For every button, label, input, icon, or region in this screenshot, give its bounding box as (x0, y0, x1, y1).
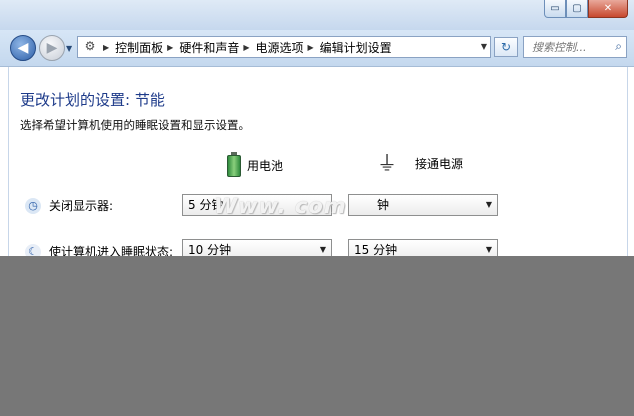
breadcrumb-separator-icon[interactable]: ▶ (103, 43, 109, 52)
control-panel-window: ▭ ▢ ✕ ◀ ▶ ▼ ⚙ ▶ 控制面板 ▶ 硬件和声音 ▶ 电源选项 ▶ 编辑… (0, 0, 634, 256)
sleep-battery-value: 10 分钟 (188, 243, 232, 256)
moon-sleep-icon: ☾ (25, 243, 41, 256)
breadcrumb-separator-icon[interactable]: ▶ (167, 43, 173, 52)
sleep-battery-select[interactable]: 10 分钟 ▼ (182, 239, 332, 256)
back-arrow-icon: ◀ (17, 40, 29, 56)
page-title: 更改计划的设置: 节能 (20, 91, 165, 109)
search-box[interactable]: ⌕ (523, 36, 627, 58)
close-button[interactable]: ✕ (588, 0, 628, 18)
sleep-plugged-select[interactable]: 15 分钟 ▼ (348, 239, 498, 256)
minimize-icon: ▭ (550, 3, 560, 14)
sleep-plugged-value: 15 分钟 (354, 243, 398, 256)
forward-arrow-icon: ▶ (46, 40, 58, 56)
chevron-down-icon: ▼ (485, 200, 492, 209)
main-content: 更改计划的设置: 节能 选择希望计算机使用的睡眠设置和显示设置。 用电池 ⏚ 接… (8, 67, 628, 256)
search-input[interactable] (532, 38, 612, 56)
battery-column-label: 用电池 (247, 158, 284, 173)
address-dropdown-icon[interactable]: ▼ (481, 42, 487, 51)
maximize-icon: ▢ (572, 3, 582, 14)
power-plug-icon: ⏚ (377, 151, 397, 175)
breadcrumb-hardware-sound[interactable]: 硬件和声音 (179, 39, 239, 56)
display-off-label: 关闭显示器: (49, 199, 114, 213)
sleep-row-label: ☾ 使计算机进入睡眠状态: (25, 243, 173, 256)
obscured-gray-area (0, 256, 634, 416)
caption-buttons: ▭ ▢ ✕ (544, 0, 628, 20)
battery-icon (227, 152, 241, 178)
page-subtitle: 选择希望计算机使用的睡眠设置和显示设置。 (20, 118, 250, 132)
close-icon: ✕ (603, 3, 613, 14)
monitor-clock-icon: ◷ (25, 197, 41, 214)
plugged-column-header: ⏚ 接通电源 (377, 152, 463, 174)
breadcrumb-control-panel[interactable]: 控制面板 (115, 39, 163, 56)
breadcrumb-power-options[interactable]: 电源选项 (256, 39, 304, 56)
search-icon[interactable]: ⌕ (615, 39, 622, 54)
title-bar: ▭ ▢ ✕ (0, 0, 634, 30)
refresh-icon: ↻ (500, 40, 512, 54)
forward-button[interactable]: ▶ (39, 35, 65, 61)
chevron-down-icon: ▼ (319, 245, 326, 254)
back-button[interactable]: ◀ (10, 35, 36, 61)
display-off-row-label: ◷ 关闭显示器: (25, 197, 113, 214)
navigation-bar: ◀ ▶ ▼ ⚙ ▶ 控制面板 ▶ 硬件和声音 ▶ 电源选项 ▶ 编辑计划设置 ▼… (0, 30, 634, 67)
display-off-plugged-value: 钟 (377, 198, 390, 212)
breadcrumb-separator-icon[interactable]: ▶ (243, 43, 249, 52)
control-panel-icon: ⚙ (84, 39, 96, 53)
sleep-label: 使计算机进入睡眠状态: (49, 245, 174, 256)
plugged-column-label: 接通电源 (415, 156, 464, 171)
address-bar[interactable]: ⚙ ▶ 控制面板 ▶ 硬件和声音 ▶ 电源选项 ▶ 编辑计划设置 ▼ (77, 36, 491, 58)
chevron-down-icon: ▼ (485, 245, 492, 254)
maximize-button[interactable]: ▢ (566, 0, 588, 18)
minimize-button[interactable]: ▭ (544, 0, 566, 18)
display-off-plugged-select[interactable]: 钟 ▼ (348, 194, 498, 216)
refresh-button[interactable]: ↻ (494, 37, 518, 57)
breadcrumb-separator-icon[interactable]: ▶ (308, 43, 314, 52)
recent-pages-dropdown[interactable]: ▼ (66, 44, 72, 53)
battery-column-header: 用电池 (227, 152, 283, 178)
breadcrumb-edit-plan-settings[interactable]: 编辑计划设置 (320, 39, 392, 56)
watermark: Www. com (214, 194, 347, 218)
